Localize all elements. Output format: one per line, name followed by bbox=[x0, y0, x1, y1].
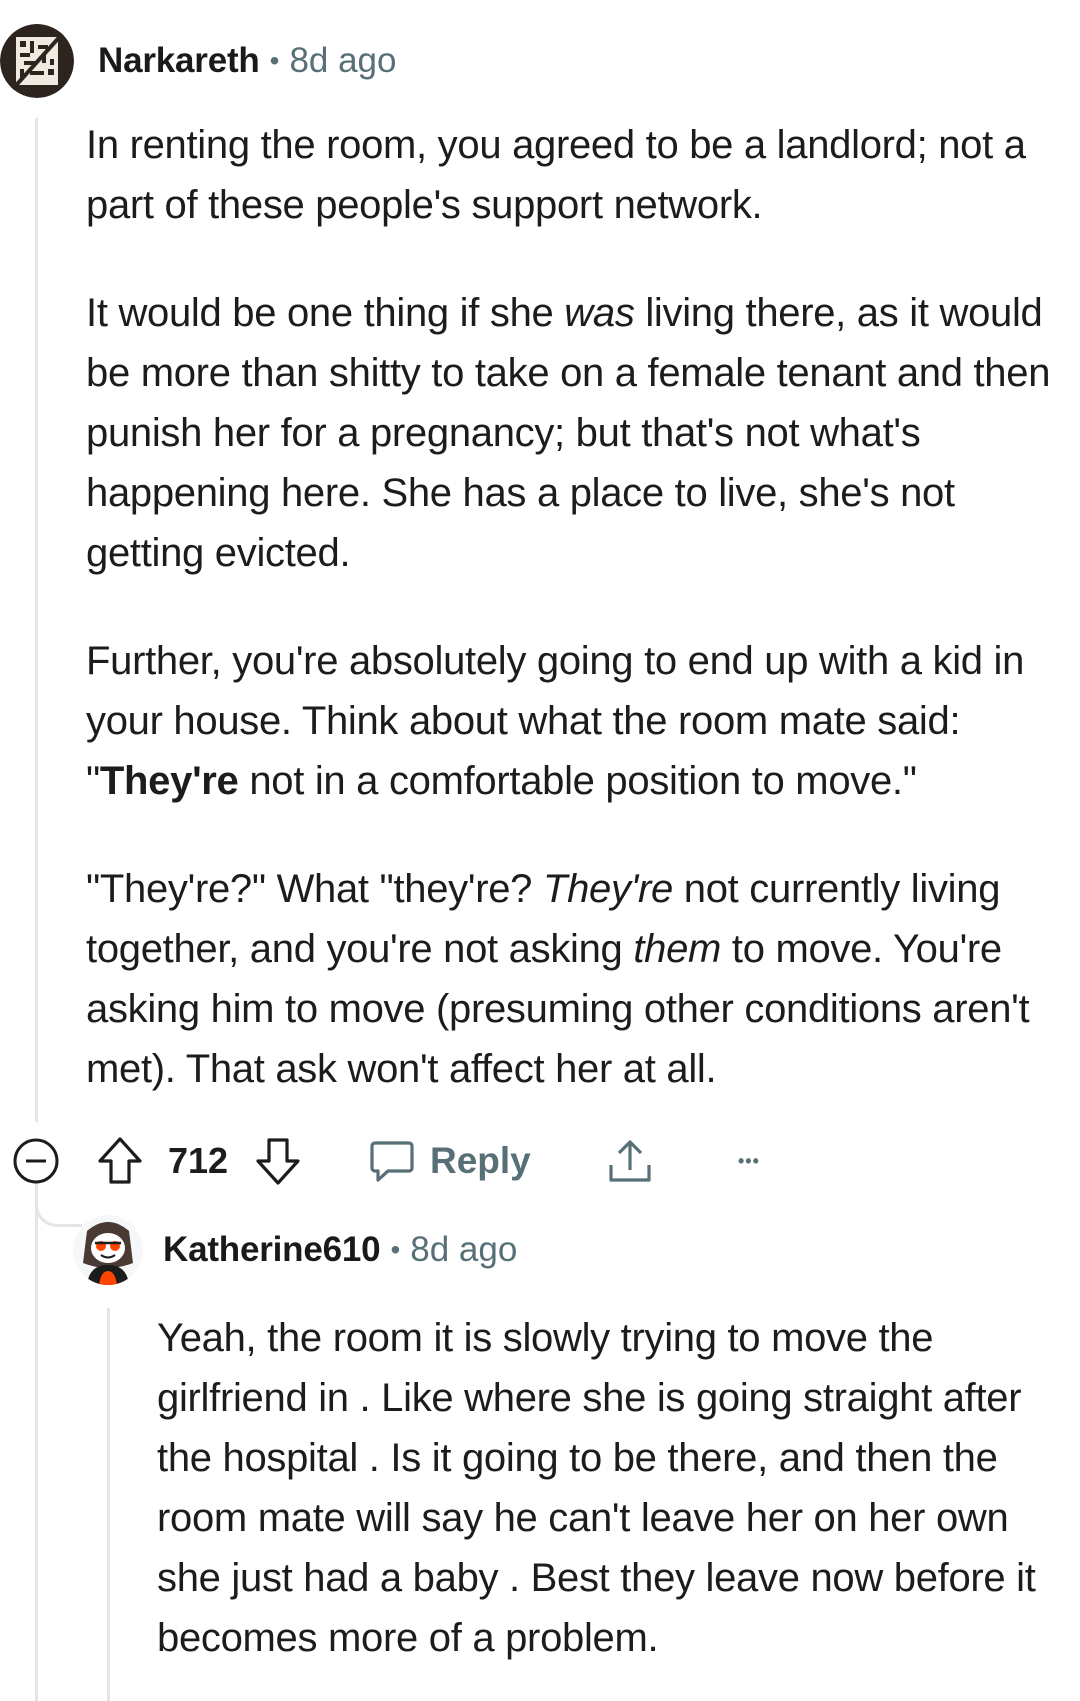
thread-line-main bbox=[35, 118, 38, 1122]
reply-button[interactable]: Reply bbox=[368, 1126, 531, 1196]
upvote-arrow-icon bbox=[98, 1137, 142, 1184]
reply-bubble-icon bbox=[370, 1141, 414, 1182]
comment-timestamp: 8d ago bbox=[289, 41, 397, 80]
meta-separator: • bbox=[269, 45, 280, 76]
reply-label: Reply bbox=[430, 1140, 531, 1181]
comment-paragraph: It would be one thing if she was living … bbox=[86, 283, 1080, 583]
share-button[interactable] bbox=[606, 1126, 654, 1196]
vote-score: 712 bbox=[168, 1126, 228, 1196]
avatar[interactable] bbox=[0, 24, 74, 98]
avatar-pixel-icon bbox=[0, 24, 74, 98]
collapse-minus-icon bbox=[13, 1138, 59, 1184]
comment-action-bar: 712 Reply ••• bbox=[0, 1126, 1080, 1196]
share-icon bbox=[609, 1140, 651, 1182]
downvote-arrow-icon bbox=[256, 1138, 300, 1185]
paragraph-text: "They're?" What "they're? bbox=[86, 867, 543, 911]
reply-timestamp: 8d ago bbox=[410, 1230, 518, 1269]
thread-line-main-continued bbox=[35, 1166, 38, 1701]
comment-paragraph: In renting the room, you agreed to be a … bbox=[86, 115, 1080, 235]
comment-author[interactable]: Narkareth bbox=[98, 41, 260, 81]
score-text: 712 bbox=[168, 1140, 229, 1181]
comment-paragraph: "They're?" What "they're? They're not cu… bbox=[86, 859, 1080, 1099]
emphasis-text: was bbox=[564, 291, 635, 335]
emphasis-text: They're bbox=[542, 867, 673, 911]
reply-author[interactable]: Katherine610 bbox=[163, 1230, 381, 1270]
emphasis-text: them bbox=[633, 927, 722, 971]
meta-separator: • bbox=[390, 1234, 401, 1265]
reply-paragraph: Yeah, the room it is slowly trying to mo… bbox=[157, 1316, 1036, 1660]
reply-body: Yeah, the room it is slowly trying to mo… bbox=[157, 1308, 1067, 1668]
more-options-icon: ••• bbox=[738, 1150, 760, 1171]
avatar[interactable] bbox=[73, 1215, 143, 1285]
upvote-button[interactable] bbox=[96, 1126, 144, 1196]
comment-paragraph: Further, you're absolutely going to end … bbox=[86, 631, 1080, 811]
bold-text: They're bbox=[99, 759, 239, 803]
paragraph-text: In renting the room, you agreed to be a … bbox=[86, 123, 1026, 227]
thread-line-reply bbox=[107, 1308, 110, 1701]
comment-body: In renting the room, you agreed to be a … bbox=[86, 115, 1080, 1099]
paragraph-text: It would be one thing if she bbox=[86, 291, 565, 335]
collapse-button[interactable] bbox=[12, 1126, 60, 1196]
more-options-button[interactable]: ••• bbox=[738, 1126, 760, 1196]
paragraph-text: not in a comfortable position to move." bbox=[238, 759, 917, 803]
downvote-button[interactable] bbox=[254, 1126, 302, 1196]
comment-header: Narkareth • 8d ago bbox=[0, 24, 397, 98]
snoo-avatar-icon bbox=[73, 1215, 143, 1285]
reply-header: Katherine610 • 8d ago bbox=[73, 1215, 517, 1285]
